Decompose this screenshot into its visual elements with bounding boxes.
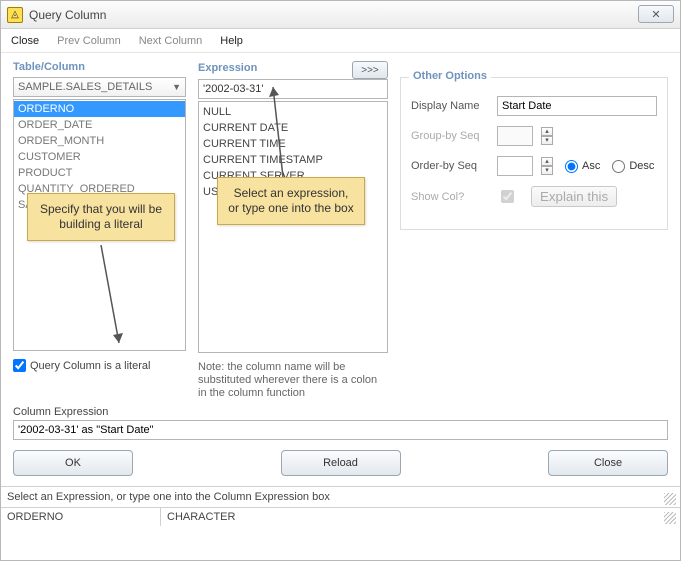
table-column-label: Table/Column [13,61,186,73]
expression-list-item[interactable]: CURRENT DATE [199,120,387,136]
expression-list-item[interactable]: NULL [199,104,387,120]
status-hint: Select an Expression, or type one into t… [1,486,680,507]
content-area: Table/Column SAMPLE.SALES_DETAILS ▼ ORDE… [1,53,680,404]
explain-button: Explain this [531,186,617,207]
column-expression-label: Column Expression [13,406,668,418]
expression-note: Note: the column name will be substitute… [198,361,388,400]
menu-next-column[interactable]: Next Column [139,35,203,47]
window-title: Query Column [29,8,106,22]
expression-label: Expression [198,62,257,74]
order-by-label: Order-by Seq [411,160,489,172]
desc-radio[interactable] [612,160,625,173]
table-dropdown[interactable]: SAMPLE.SALES_DETAILS ▼ [13,77,186,97]
group-by-input [497,126,533,146]
asc-label: Asc [582,160,600,172]
show-col-checkbox [501,190,514,203]
menu-close[interactable]: Close [11,35,39,47]
column-list-item[interactable]: ORDER_MONTH [14,133,185,149]
asc-radio[interactable] [565,160,578,173]
expression-list-item[interactable]: CURRENT TIME [199,136,387,152]
expression-more-button[interactable]: >>> [352,61,388,79]
callout-expression: Select an expression, or type one into t… [217,177,365,225]
order-by-input[interactable] [497,156,533,176]
display-name-input[interactable] [497,96,657,116]
group-by-spinner: ▴▾ [541,127,553,145]
status-meta: ORDERNO CHARACTER [1,507,680,526]
other-options-legend: Other Options [409,70,491,82]
reload-button[interactable]: Reload [281,450,401,476]
resize-grip-icon[interactable] [664,512,676,524]
window-close-button[interactable]: ✕ [638,5,674,23]
ok-button[interactable]: OK [13,450,133,476]
expression-input[interactable] [198,79,388,99]
order-by-spinner[interactable]: ▴▾ [541,157,553,175]
column-list-item[interactable]: ORDERNO [14,101,185,117]
resize-grip-icon [664,493,676,505]
column-list-item[interactable]: PRODUCT [14,165,185,181]
dialog-button-row: OK Reload Close [1,440,680,486]
status-column-name: ORDERNO [1,508,161,526]
other-options-group: Other Options Display Name Group-by Seq … [400,77,668,230]
column-expression-input[interactable] [13,420,668,440]
app-icon: ◬ [7,7,23,23]
expression-list-item[interactable]: CURRENT TIMESTAMP [199,152,387,168]
table-dropdown-value: SAMPLE.SALES_DETAILS [18,81,152,93]
expression-listbox[interactable]: NULLCURRENT DATECURRENT TIMECURRENT TIME… [198,101,388,353]
display-name-label: Display Name [411,100,489,112]
menu-prev-column[interactable]: Prev Column [57,35,121,47]
menubar: Close Prev Column Next Column Help [1,29,680,53]
expression-panel: Expression >>> NULLCURRENT DATECURRENT T… [198,61,388,400]
callout-literal: Specify that you will be building a lite… [27,193,175,241]
literal-label: Query Column is a literal [30,360,150,372]
desc-label: Desc [629,160,654,172]
status-column-type: CHARACTER [161,508,241,526]
titlebar: ◬ Query Column ✕ [1,1,680,29]
query-column-dialog: ◬ Query Column ✕ Close Prev Column Next … [0,0,681,561]
menu-help[interactable]: Help [220,35,243,47]
options-panel: Other Options Display Name Group-by Seq … [400,61,668,400]
column-list-item[interactable]: ORDER_DATE [14,117,185,133]
show-col-label: Show Col? [411,191,489,203]
column-list-item[interactable]: CUSTOMER [14,149,185,165]
literal-checkbox[interactable] [13,359,26,372]
chevron-down-icon: ▼ [172,82,181,92]
close-button[interactable]: Close [548,450,668,476]
column-expression-section: Column Expression [1,404,680,440]
group-by-label: Group-by Seq [411,130,489,142]
